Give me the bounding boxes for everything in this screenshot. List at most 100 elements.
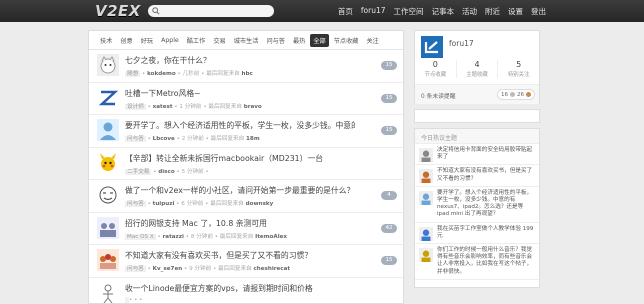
reply-count-badge[interactable]: 15 (381, 126, 397, 135)
topic-title-link[interactable]: 不知道大家有没有喜欢买书，但是买了又不看的习惯？ (125, 250, 355, 261)
sidebar: foru17 0 节点收藏 4 主题收藏 5 特别关注 0 条未读提醒 16 2… (414, 30, 540, 288)
node-tabs: 技术 创意 好玩 Apple 酷工作 交易 城市生活 问与答 最热 全部 节点收藏 关注 (89, 31, 403, 50)
stat-following[interactable]: 5 特别关注 (498, 60, 539, 78)
topic-list: 七夕之夜，你在干什么？ 随想 • kokdemo • 几秒前 • 最后回复来自 h… (89, 50, 403, 303)
last-reply-user[interactable]: hbc (242, 71, 253, 77)
hot-topic-item: 我在买苗字工作室做个人教学体验 199 元 (415, 223, 539, 245)
node-tag[interactable] (125, 296, 129, 303)
hot-topic-title-link[interactable]: 我在买苗字工作室做个人教学体验 199 元 (437, 226, 535, 240)
hot-topic-avatar[interactable] (419, 226, 433, 241)
tab-6[interactable]: 城市生活 (231, 34, 262, 47)
topic-time: 几秒前 (182, 71, 200, 77)
stat-node-favs[interactable]: 0 节点收藏 (415, 60, 457, 78)
nav-profile[interactable]: foru17 (361, 6, 386, 17)
user-avatar[interactable] (421, 36, 443, 58)
tab-5[interactable]: 交易 (210, 34, 228, 47)
reply-count-badge[interactable]: 15 (381, 61, 397, 70)
topic-title-link[interactable]: 收一个Linode最便宜方案的vps，请报到期时间和价格 (125, 283, 355, 294)
hot-topic-avatar[interactable] (419, 169, 433, 184)
node-tag[interactable]: 问与答 (125, 266, 146, 272)
topic-title-link[interactable]: 做了一个和v2ex一样的小社区，请问开始第一步最重要的是什么？ (125, 185, 355, 196)
unread-notifications-link[interactable]: 0 条未读提醒 (421, 91, 456, 100)
tab-2[interactable]: 好玩 (138, 34, 156, 47)
tab-1[interactable]: 创意 (117, 34, 135, 47)
topic-author[interactable]: ratazzi (163, 234, 184, 240)
author-avatar[interactable] (97, 249, 119, 271)
hot-topic-avatar[interactable] (419, 248, 433, 263)
nav-workspace[interactable]: 工作空间 (394, 6, 424, 17)
hot-topics-list: 决定将信用卡背面的安全码用胶带贴起来了 不知道大家有没有喜欢买书，但是买了又不看的… (415, 144, 539, 280)
topic-title-link[interactable]: 【辛部】转让全新未拆国行macbookair（MD231）一台 (125, 153, 355, 164)
author-avatar[interactable] (97, 216, 119, 239)
sidebar-blank-box (414, 109, 540, 123)
last-reply-user[interactable]: bravo (244, 104, 262, 110)
nav-home[interactable]: 首页 (338, 6, 353, 17)
hot-topic-title-link[interactable]: 不知道大家有没有喜欢买书，但是买了又不看的习惯？ (437, 168, 535, 182)
reply-count-badge[interactable]: 15 (381, 256, 397, 265)
node-tag[interactable]: 随想 (125, 71, 141, 77)
stat-value: 0 (432, 60, 438, 69)
last-reply-user[interactable]: 18m (246, 136, 260, 142)
node-tag[interactable]: Mac OS X (125, 233, 156, 240)
hot-topic-title-link[interactable]: 要开学了。想入个经济适用性的平板，学生一枚，没多少钱。中意的有nexus7、ip… (437, 190, 535, 219)
author-avatar[interactable] (97, 54, 119, 76)
tab-10[interactable]: 节点收藏 (331, 34, 362, 47)
hot-topic-avatar[interactable] (419, 190, 433, 205)
topic-row: 不知道大家有没有喜欢买书，但是买了又不看的习惯？ 问与答 • Kv_se7en •… (89, 245, 403, 278)
coin-balance[interactable]: 16 26 (497, 89, 535, 100)
nav-events[interactable]: 活动 (462, 6, 477, 17)
topic-author[interactable]: tuipuzi (153, 201, 175, 207)
nav-notes[interactable]: 记事本 (432, 6, 455, 17)
hot-topic-title-link[interactable]: 决定将信用卡背面的安全码用胶带贴起来了 (437, 147, 535, 161)
topic-author[interactable]: kokdemo (147, 71, 176, 77)
author-avatar[interactable] (97, 86, 119, 109)
author-avatar[interactable] (97, 281, 119, 303)
tab-0[interactable]: 技术 (97, 34, 115, 47)
topic-author[interactable]: disco (158, 169, 174, 175)
topic-meta: 随想 • kokdemo • 几秒前 • 最后回复来自 hbc (125, 71, 253, 77)
reply-count-badge[interactable]: 15 (381, 93, 397, 103)
nav-logout[interactable]: 登出 (531, 6, 546, 17)
stat-value: 4 (474, 60, 480, 69)
topic-title-link[interactable]: 招行的网银支持 Mac 了，10.8 亲测可用 (125, 218, 355, 229)
user-card: foru17 0 节点收藏 4 主题收藏 5 特别关注 0 条未读提醒 16 2… (414, 30, 540, 104)
tab-3[interactable]: Apple (158, 35, 182, 46)
reply-count-badge[interactable]: 42 (381, 223, 397, 233)
last-reply-user[interactable]: downsky (246, 201, 274, 207)
bronze-coin-icon (526, 92, 531, 97)
username[interactable]: foru17 (449, 39, 474, 48)
tab-9[interactable]: 全部 (310, 33, 329, 47)
tab-11[interactable]: 关注 (364, 34, 382, 47)
tab-4[interactable]: 酷工作 (184, 34, 209, 47)
author-avatar[interactable] (97, 151, 119, 174)
topic-title-link[interactable]: 七夕之夜，你在干什么？ (125, 55, 355, 66)
last-reply-user[interactable]: ItemoAlex (255, 234, 287, 240)
tab-7[interactable]: 问与答 (263, 34, 288, 47)
topic-row: 【辛部】转让全新未拆国行macbookair（MD231）一台 二手交易 • di… (89, 148, 403, 180)
topic-author[interactable]: Lbcove (153, 136, 175, 142)
hot-topics-box: 今日热议主题 决定将信用卡背面的安全码用胶带贴起来了 不知道大家有没有喜欢买书，但… (414, 128, 540, 288)
tab-8[interactable]: 最热 (290, 34, 308, 47)
node-tag[interactable]: 二手交易 (125, 168, 152, 175)
stat-topic-favs[interactable]: 4 主题收藏 (457, 60, 499, 78)
hot-topic-item: 不知道大家有没有喜欢买书，但是买了又不看的习惯？ (415, 165, 539, 187)
author-avatar[interactable] (97, 184, 119, 206)
hot-topic-avatar[interactable] (419, 148, 433, 162)
author-avatar[interactable] (97, 119, 119, 141)
topic-title-link[interactable]: 吐槽一下Metro风格~ (125, 88, 355, 99)
topic-title-link[interactable]: 要开学了。想入个经济适用性的平板，学生一枚，没多少钱。中意的有nexus7、ip… (125, 120, 355, 131)
hot-topic-title-link[interactable]: 你们工作的时候一般用什么音乐？我觉得有些音乐会影响效率，而有些音乐会让人非常投入… (437, 247, 535, 276)
reply-count-badge[interactable]: 4 (381, 191, 397, 200)
nav-nearby[interactable]: 附近 (485, 6, 500, 17)
node-tag[interactable]: 问与答 (125, 136, 146, 142)
node-tag[interactable]: 设计师 (125, 103, 146, 110)
last-reply-user[interactable]: cheshirecat (253, 266, 290, 272)
topic-row: 吐槽一下Metro风格~ 设计师 • xatest • 1 分钟前 • 最后回复来… (89, 83, 403, 115)
topic-author[interactable]: xatest (153, 104, 173, 110)
search-input[interactable] (148, 5, 274, 17)
node-tag[interactable]: 问与答 (125, 201, 146, 207)
site-logo[interactable]: V2EX (95, 2, 141, 20)
topic-author[interactable]: Kv_se7en (153, 266, 183, 272)
topic-row: 要开学了。想入个经济适用性的平板，学生一枚，没多少钱。中意的有nexus7、ip… (89, 115, 403, 148)
nav-settings[interactable]: 设置 (508, 6, 523, 17)
